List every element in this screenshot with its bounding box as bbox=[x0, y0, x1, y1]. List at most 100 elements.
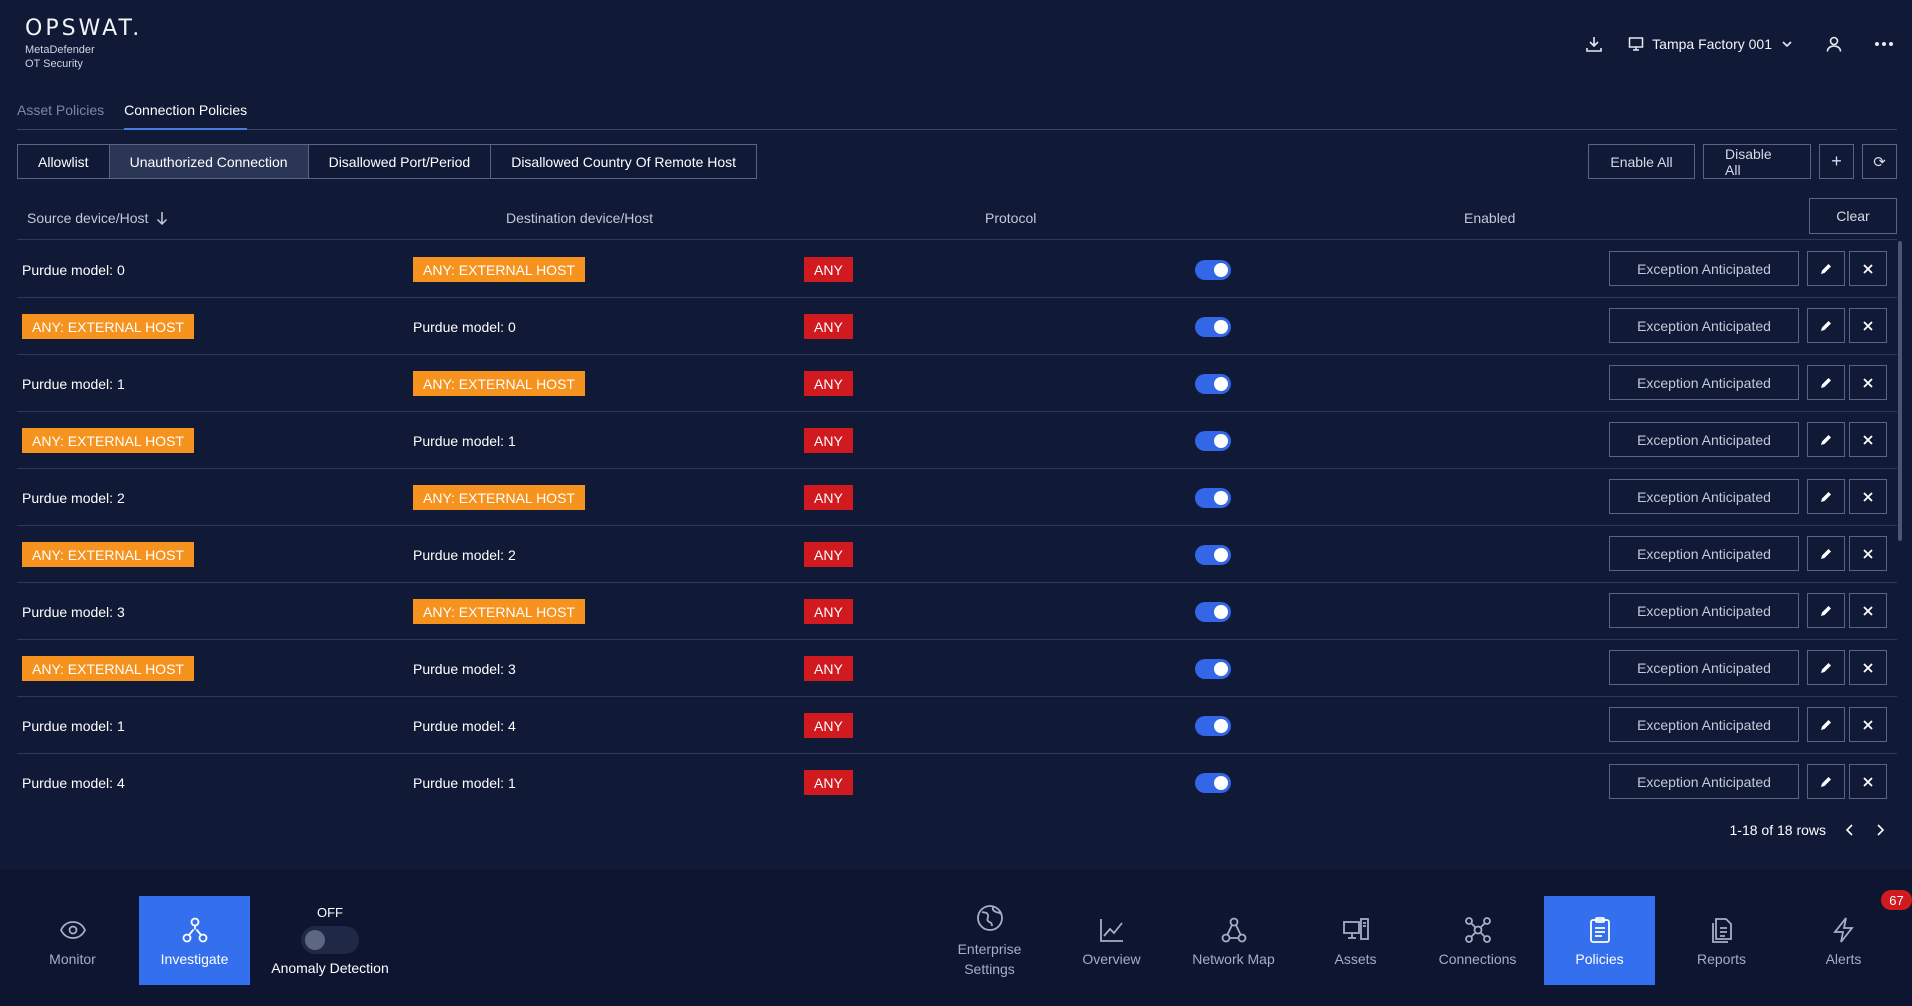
policy-type-selector: Allowlist Unauthorized Connection Disall… bbox=[17, 144, 758, 179]
nav-enterprise-settings[interactable]: Enterprise Settings bbox=[934, 896, 1045, 985]
anomaly-toggle[interactable] bbox=[301, 926, 359, 954]
exception-anticipated-button[interactable]: Exception Anticipated bbox=[1609, 422, 1799, 457]
nav-overview[interactable]: Overview bbox=[1056, 896, 1167, 985]
edit-button[interactable] bbox=[1807, 650, 1845, 685]
delete-button[interactable] bbox=[1849, 536, 1887, 571]
exception-anticipated-button[interactable]: Exception Anticipated bbox=[1609, 365, 1799, 400]
clear-button[interactable]: Clear bbox=[1809, 198, 1897, 234]
pencil-icon bbox=[1821, 320, 1831, 331]
source-external-host-tag: ANY: EXTERNAL HOST bbox=[22, 656, 194, 681]
destination-cell: Purdue model: 4 bbox=[413, 697, 516, 754]
exception-anticipated-button[interactable]: Exception Anticipated bbox=[1609, 764, 1799, 799]
policy-type-allowlist[interactable]: Allowlist bbox=[18, 145, 110, 178]
edit-button[interactable] bbox=[1807, 251, 1845, 286]
enable-all-button[interactable]: Enable All bbox=[1588, 144, 1695, 179]
download-button[interactable] bbox=[1574, 28, 1614, 60]
delete-button[interactable] bbox=[1849, 707, 1887, 742]
enabled-toggle[interactable] bbox=[1195, 430, 1231, 451]
enabled-toggle[interactable] bbox=[1195, 487, 1231, 508]
destination-value: Purdue model: 1 bbox=[413, 774, 516, 791]
exception-anticipated-button[interactable]: Exception Anticipated bbox=[1609, 593, 1799, 628]
delete-button[interactable] bbox=[1849, 365, 1887, 400]
edit-button[interactable] bbox=[1807, 764, 1845, 799]
chevron-right-icon[interactable] bbox=[1874, 823, 1886, 837]
nav-policies[interactable]: Policies bbox=[1544, 896, 1655, 985]
nav-network-map[interactable]: Network Map bbox=[1178, 896, 1289, 985]
nav-connections[interactable]: Connections bbox=[1422, 896, 1533, 985]
policy-type-disallowed-country[interactable]: Disallowed Country Of Remote Host bbox=[491, 145, 757, 178]
nav-monitor[interactable]: Monitor bbox=[17, 896, 128, 985]
destination-cell: Purdue model: 1 bbox=[413, 754, 516, 809]
tab-asset-policies[interactable]: Asset Policies bbox=[17, 98, 104, 130]
disable-all-button[interactable]: Disable All bbox=[1703, 144, 1811, 179]
nav-assets[interactable]: Assets bbox=[1300, 896, 1411, 985]
nav-alerts[interactable]: Alerts bbox=[1788, 896, 1899, 985]
source-cell: Purdue model: 2 bbox=[22, 469, 125, 526]
delete-button[interactable] bbox=[1849, 479, 1887, 514]
enabled-cell bbox=[1195, 697, 1231, 754]
delete-button[interactable] bbox=[1849, 764, 1887, 799]
protocol-cell: ANY bbox=[804, 583, 853, 640]
line-chart-icon bbox=[1099, 918, 1123, 942]
enabled-toggle[interactable] bbox=[1195, 715, 1231, 736]
enabled-toggle[interactable] bbox=[1195, 544, 1231, 565]
chevron-left-icon[interactable] bbox=[1844, 823, 1856, 837]
enabled-toggle[interactable] bbox=[1195, 316, 1231, 337]
exception-anticipated-button[interactable]: Exception Anticipated bbox=[1609, 251, 1799, 286]
delete-button[interactable] bbox=[1849, 422, 1887, 457]
enabled-toggle[interactable] bbox=[1195, 373, 1231, 394]
column-header-destination[interactable]: Destination device/Host bbox=[506, 210, 653, 226]
tab-connection-policies[interactable]: Connection Policies bbox=[124, 98, 248, 130]
delete-button[interactable] bbox=[1849, 308, 1887, 343]
edit-button[interactable] bbox=[1807, 422, 1845, 457]
destination-cell: ANY: EXTERNAL HOST bbox=[413, 469, 585, 526]
enabled-toggle[interactable] bbox=[1195, 772, 1231, 793]
column-header-enabled[interactable]: Enabled bbox=[1464, 210, 1515, 226]
edit-button[interactable] bbox=[1807, 536, 1845, 571]
edit-button[interactable] bbox=[1807, 308, 1845, 343]
column-header-protocol[interactable]: Protocol bbox=[985, 210, 1036, 226]
source-value: Purdue model: 1 bbox=[22, 717, 125, 734]
more-options-button[interactable] bbox=[1864, 28, 1904, 60]
column-header-source[interactable]: Source device/Host bbox=[27, 210, 168, 226]
delete-button[interactable] bbox=[1849, 650, 1887, 685]
toggle-knob bbox=[1214, 547, 1228, 562]
exception-anticipated-button[interactable]: Exception Anticipated bbox=[1609, 479, 1799, 514]
table-scrollbar[interactable] bbox=[1898, 241, 1902, 541]
edit-button[interactable] bbox=[1807, 593, 1845, 628]
delete-button[interactable] bbox=[1849, 251, 1887, 286]
protocol-cell: ANY bbox=[804, 526, 853, 583]
enabled-toggle[interactable] bbox=[1195, 658, 1231, 679]
source-cell: Purdue model: 1 bbox=[22, 355, 125, 412]
policy-type-disallowed-port-period[interactable]: Disallowed Port/Period bbox=[308, 145, 492, 178]
nav-network-map-label: Network Map bbox=[1192, 950, 1275, 967]
enabled-toggle[interactable] bbox=[1195, 259, 1231, 280]
exception-anticipated-button[interactable]: Exception Anticipated bbox=[1609, 536, 1799, 571]
exception-anticipated-button[interactable]: Exception Anticipated bbox=[1609, 650, 1799, 685]
edit-button[interactable] bbox=[1807, 707, 1845, 742]
nav-reports[interactable]: Reports bbox=[1666, 896, 1777, 985]
user-button[interactable] bbox=[1814, 28, 1854, 60]
add-button[interactable]: + bbox=[1819, 144, 1854, 179]
exception-anticipated-button[interactable]: Exception Anticipated bbox=[1609, 308, 1799, 343]
protocol-tag: ANY bbox=[804, 770, 853, 795]
enabled-toggle[interactable] bbox=[1195, 601, 1231, 622]
exception-anticipated-button[interactable]: Exception Anticipated bbox=[1609, 707, 1799, 742]
chevron-down-icon bbox=[1782, 41, 1792, 48]
policy-type-unauthorized-connection[interactable]: Unauthorized Connection bbox=[109, 145, 309, 178]
destination-cell: Purdue model: 1 bbox=[413, 412, 516, 469]
edit-button[interactable] bbox=[1807, 479, 1845, 514]
toggle-knob bbox=[1214, 604, 1228, 619]
source-value: Purdue model: 4 bbox=[22, 774, 125, 791]
refresh-button[interactable]: ⟳ bbox=[1862, 144, 1897, 179]
reports-icon bbox=[1711, 917, 1732, 943]
nav-investigate[interactable]: Investigate bbox=[139, 896, 250, 985]
close-icon bbox=[1863, 605, 1873, 616]
brand-logo: OPSWAT. MetaDefender OT Security bbox=[25, 16, 142, 71]
source-value: Purdue model: 0 bbox=[22, 261, 125, 278]
close-icon bbox=[1863, 491, 1873, 502]
table-row: Purdue model: 1 Purdue model: 4 ANY Excepti… bbox=[17, 697, 1897, 754]
site-selector[interactable]: Tampa Factory 001 bbox=[1614, 36, 1808, 52]
delete-button[interactable] bbox=[1849, 593, 1887, 628]
edit-button[interactable] bbox=[1807, 365, 1845, 400]
